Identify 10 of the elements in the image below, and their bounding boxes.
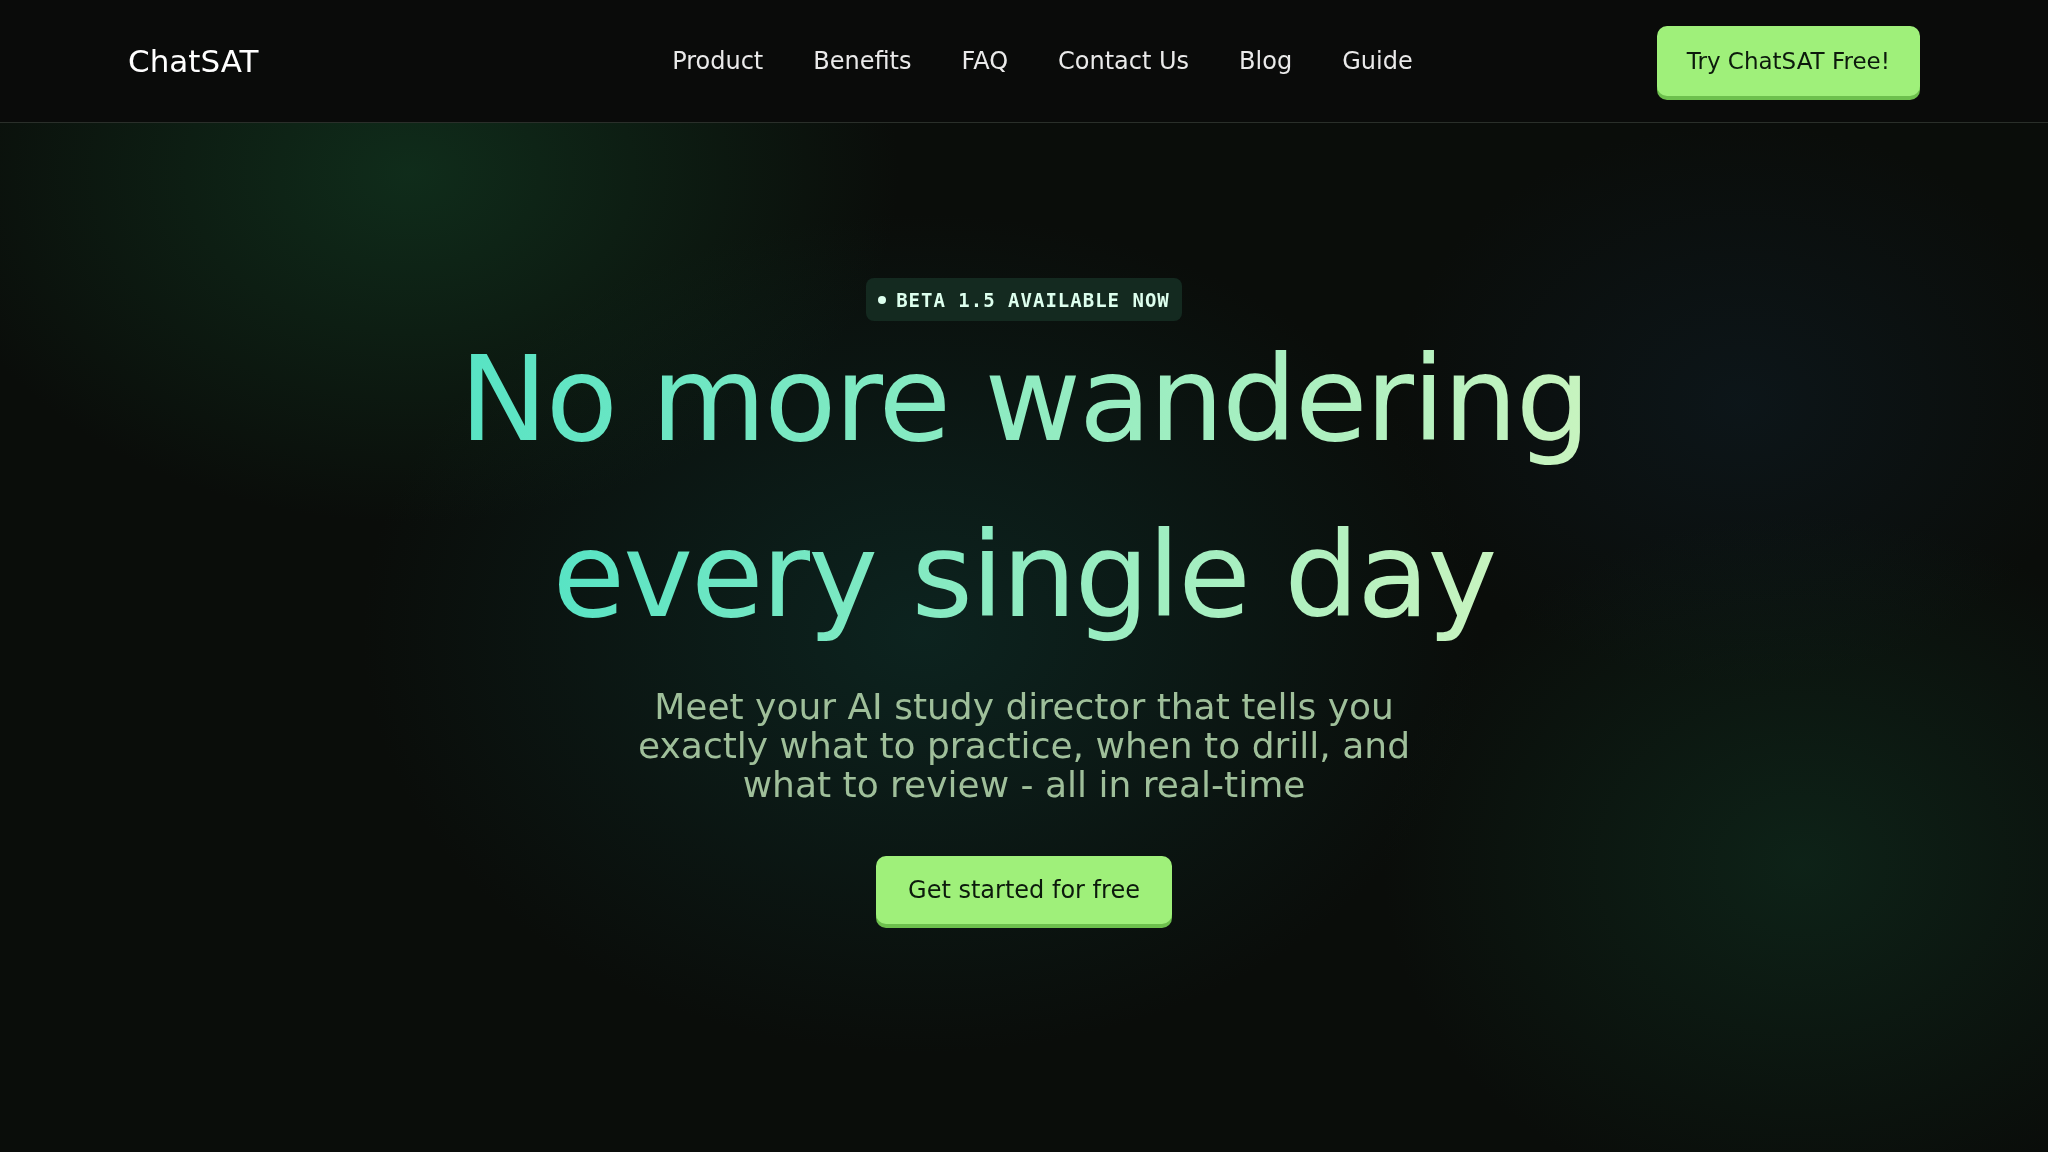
dot-icon <box>878 295 887 304</box>
badge-text: BETA 1.5 AVAILABLE NOW <box>896 288 1170 311</box>
nav-link[interactable]: FAQ <box>961 47 1009 75</box>
logo[interactable]: ChatSAT <box>128 43 398 79</box>
nav-link[interactable]: Benefits <box>813 47 912 75</box>
nav-link[interactable]: Product <box>672 47 764 75</box>
nav-link[interactable]: Guide <box>1342 47 1413 75</box>
nav-link[interactable]: Contact Us <box>1058 47 1190 75</box>
nav-link[interactable]: Blog <box>1239 47 1293 75</box>
subtitle: Meet your AI study director that tells you exactly what to practice, when to drill, and what to review - all in real-time <box>637 687 1411 804</box>
